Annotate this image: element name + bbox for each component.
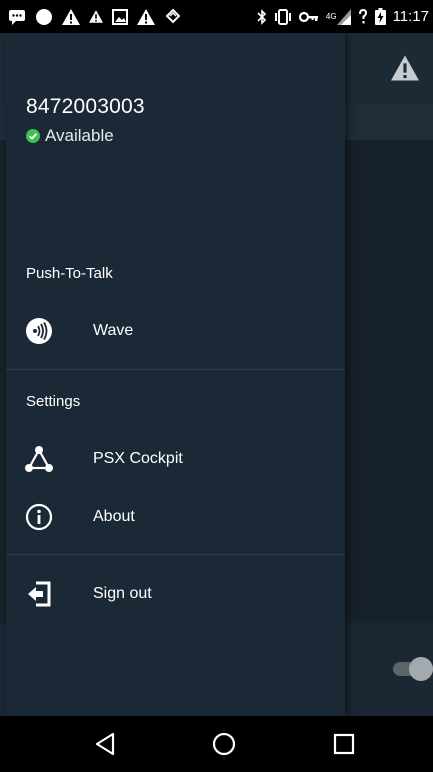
bluetooth-icon: [257, 8, 267, 25]
clock: 11:17: [392, 8, 429, 25]
wave-icon: [24, 316, 54, 346]
background-toggle-switch: [393, 657, 433, 681]
image-icon: [112, 8, 128, 25]
phone-number: 8472003003: [26, 95, 145, 118]
signal-icon: 4G: [325, 8, 351, 25]
divider: [6, 369, 345, 370]
notification-icons: [8, 8, 182, 26]
recents-square-icon: [333, 733, 355, 755]
background-warning-icon: [391, 55, 419, 81]
menu-item-label: About: [93, 508, 135, 525]
section-label-push-to-talk: Push-To-Talk: [26, 265, 113, 282]
warning-small-icon: [89, 10, 103, 23]
presence-status[interactable]: Available: [26, 126, 114, 146]
sync-icon: [164, 8, 182, 26]
vpn-key-icon: [298, 11, 319, 23]
back-button[interactable]: [91, 730, 119, 758]
menu-item-psx-cockpit[interactable]: PSX Cockpit: [6, 433, 345, 485]
battery-charging-icon: [374, 8, 386, 25]
network-type-label: 4G: [325, 11, 337, 21]
network-nodes-icon: [24, 444, 54, 474]
navigation-bar: [0, 716, 433, 772]
menu-item-about[interactable]: About: [6, 491, 345, 543]
circle-notification-icon: [35, 8, 53, 26]
sign-out-icon: [24, 579, 54, 609]
menu-item-sign-out[interactable]: Sign out: [6, 568, 345, 620]
menu-item-label: Sign out: [93, 585, 152, 602]
warning-icon: [62, 8, 80, 25]
recents-button[interactable]: [330, 730, 358, 758]
screen: 4G 11:17 8472003003 Available Push-To-Ta…: [0, 0, 433, 772]
menu-item-label: Wave: [93, 322, 134, 339]
wifi-question-icon: [358, 8, 368, 25]
presence-status-label: Available: [45, 126, 114, 145]
menu-item-wave[interactable]: Wave: [6, 305, 345, 357]
home-circle-icon: [212, 732, 236, 756]
vibrate-icon: [274, 8, 292, 25]
check-circle-icon: [26, 129, 40, 143]
message-icon: [8, 9, 26, 25]
menu-item-label: PSX Cockpit: [93, 450, 183, 467]
divider: [6, 554, 345, 555]
home-button[interactable]: [210, 730, 238, 758]
drawer-header: 8472003003 Available: [6, 33, 345, 233]
system-icons: 4G 11:17: [257, 8, 429, 25]
status-bar: 4G 11:17: [0, 0, 433, 33]
section-label-settings: Settings: [26, 393, 81, 410]
warning-icon-2: [137, 8, 155, 25]
info-icon: [24, 502, 54, 532]
back-triangle-icon: [95, 732, 115, 756]
navigation-drawer: 8472003003 Available Push-To-Talk Wave S…: [6, 33, 345, 716]
